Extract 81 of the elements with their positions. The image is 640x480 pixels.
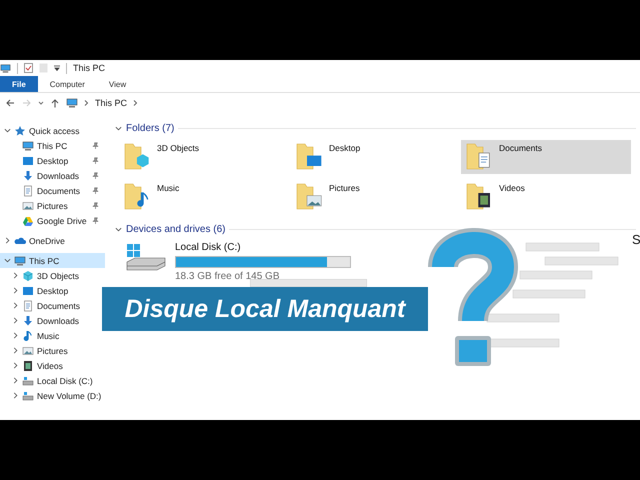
star-icon	[14, 124, 26, 136]
cut-off-label: S	[632, 232, 640, 247]
pc-icon	[0, 62, 11, 74]
disk-icon	[22, 374, 34, 386]
chevron-right-icon[interactable]	[84, 100, 89, 106]
cloud-icon	[14, 234, 26, 246]
section-heading: Devices and drives (6)	[126, 224, 226, 234]
sidebar-item[interactable]: Desktop	[0, 153, 105, 168]
pictures-icon	[22, 344, 34, 356]
sidebar-item[interactable]: Videos	[0, 358, 105, 373]
pin-icon[interactable]	[92, 217, 99, 224]
sidebar-item[interactable]: 3D Objects	[0, 268, 105, 283]
pin-icon[interactable]	[92, 142, 99, 149]
pin-icon[interactable]	[92, 202, 99, 209]
ribbon-tab[interactable]: File	[0, 76, 38, 92]
downloads-icon	[22, 170, 34, 182]
back-icon[interactable]	[6, 99, 15, 107]
pc-icon	[66, 97, 78, 109]
chevron-right-icon[interactable]	[12, 272, 19, 279]
sidebar-item[interactable]: New Volume (D:)	[0, 388, 105, 403]
pc-icon	[22, 140, 34, 152]
desktop-icon	[22, 154, 34, 166]
chevron-right-icon[interactable]	[12, 287, 19, 294]
chevron-right-icon[interactable]	[12, 392, 19, 399]
chevron-right-icon[interactable]	[12, 332, 19, 339]
disk-icon	[22, 390, 34, 402]
chevron-right-icon[interactable]	[12, 377, 19, 384]
chevron-right-icon[interactable]	[12, 302, 19, 309]
title-banner: Disque Local Manquant	[102, 287, 428, 331]
chevron-right-icon[interactable]	[12, 317, 19, 324]
desktop-icon	[22, 284, 34, 296]
sidebar-item[interactable]: Downloads	[0, 313, 105, 328]
caret-icon[interactable]	[38, 100, 44, 106]
sidebar-item[interactable]: This PC	[0, 138, 105, 153]
folder-item[interactable]: Pictures	[291, 180, 461, 214]
documents-icon	[22, 184, 34, 196]
sidebar-item[interactable]: Local Disk (C:)	[0, 373, 105, 388]
chevron-down-icon[interactable]	[4, 257, 11, 264]
chevron-down-icon[interactable]	[4, 127, 11, 134]
ribbon-tab[interactable]: View	[96, 76, 138, 92]
sidebar-item[interactable]: Documents	[0, 183, 105, 198]
chevron-right-icon[interactable]	[133, 100, 138, 106]
folder-item[interactable]: Videos	[461, 180, 631, 214]
up-icon[interactable]	[51, 98, 59, 108]
videos-icon	[22, 360, 34, 372]
pin-icon[interactable]	[92, 187, 99, 194]
pc-icon	[14, 254, 26, 266]
sidebar-item[interactable]: Quick access	[0, 123, 105, 138]
sidebar-item[interactable]: Downloads	[0, 168, 105, 183]
chevron-right-icon[interactable]	[12, 347, 19, 354]
dropdown-icon[interactable]	[54, 65, 60, 71]
drive-name: Local Disk (C:)	[175, 242, 242, 253]
chevron-right-icon[interactable]	[12, 362, 19, 369]
pictures-icon	[22, 200, 34, 212]
folder-item[interactable]: 3D Objects	[119, 140, 291, 174]
sidebar-item[interactable]: Documents	[0, 298, 105, 313]
chevron-down-icon[interactable]	[115, 226, 122, 232]
folder-item[interactable]: Documents	[461, 140, 631, 174]
sidebar-item[interactable]: Pictures	[0, 198, 105, 213]
address-crumb[interactable]: This PC	[95, 98, 128, 108]
properties-icon[interactable]	[24, 63, 33, 73]
window-title: This PC	[73, 63, 106, 73]
folder-item[interactable]: Desktop	[291, 140, 461, 174]
sidebar-item[interactable]: OneDrive	[0, 233, 105, 248]
pin-icon[interactable]	[92, 172, 99, 179]
objects-icon	[22, 270, 34, 282]
downloads-icon	[22, 314, 34, 326]
chevron-down-icon[interactable]	[115, 124, 122, 132]
free-space-text: 18.3 GB free of 145 GB	[175, 271, 281, 282]
sidebar-item[interactable]: This PC	[0, 253, 105, 268]
music-icon	[22, 330, 34, 342]
pin-icon[interactable]	[92, 157, 99, 164]
sidebar-item[interactable]: Music	[0, 328, 105, 343]
chevron-right-icon[interactable]	[4, 237, 11, 244]
sidebar-item[interactable]: Google Drive	[0, 213, 105, 228]
sidebar-item[interactable]: Pictures	[0, 343, 105, 358]
sidebar-item[interactable]: Desktop	[0, 283, 105, 298]
documents-icon	[22, 300, 34, 312]
folder-item[interactable]: Music	[119, 180, 291, 214]
ribbon-tab[interactable]: Computer	[38, 76, 97, 92]
section-heading: Folders (7)	[126, 122, 174, 134]
